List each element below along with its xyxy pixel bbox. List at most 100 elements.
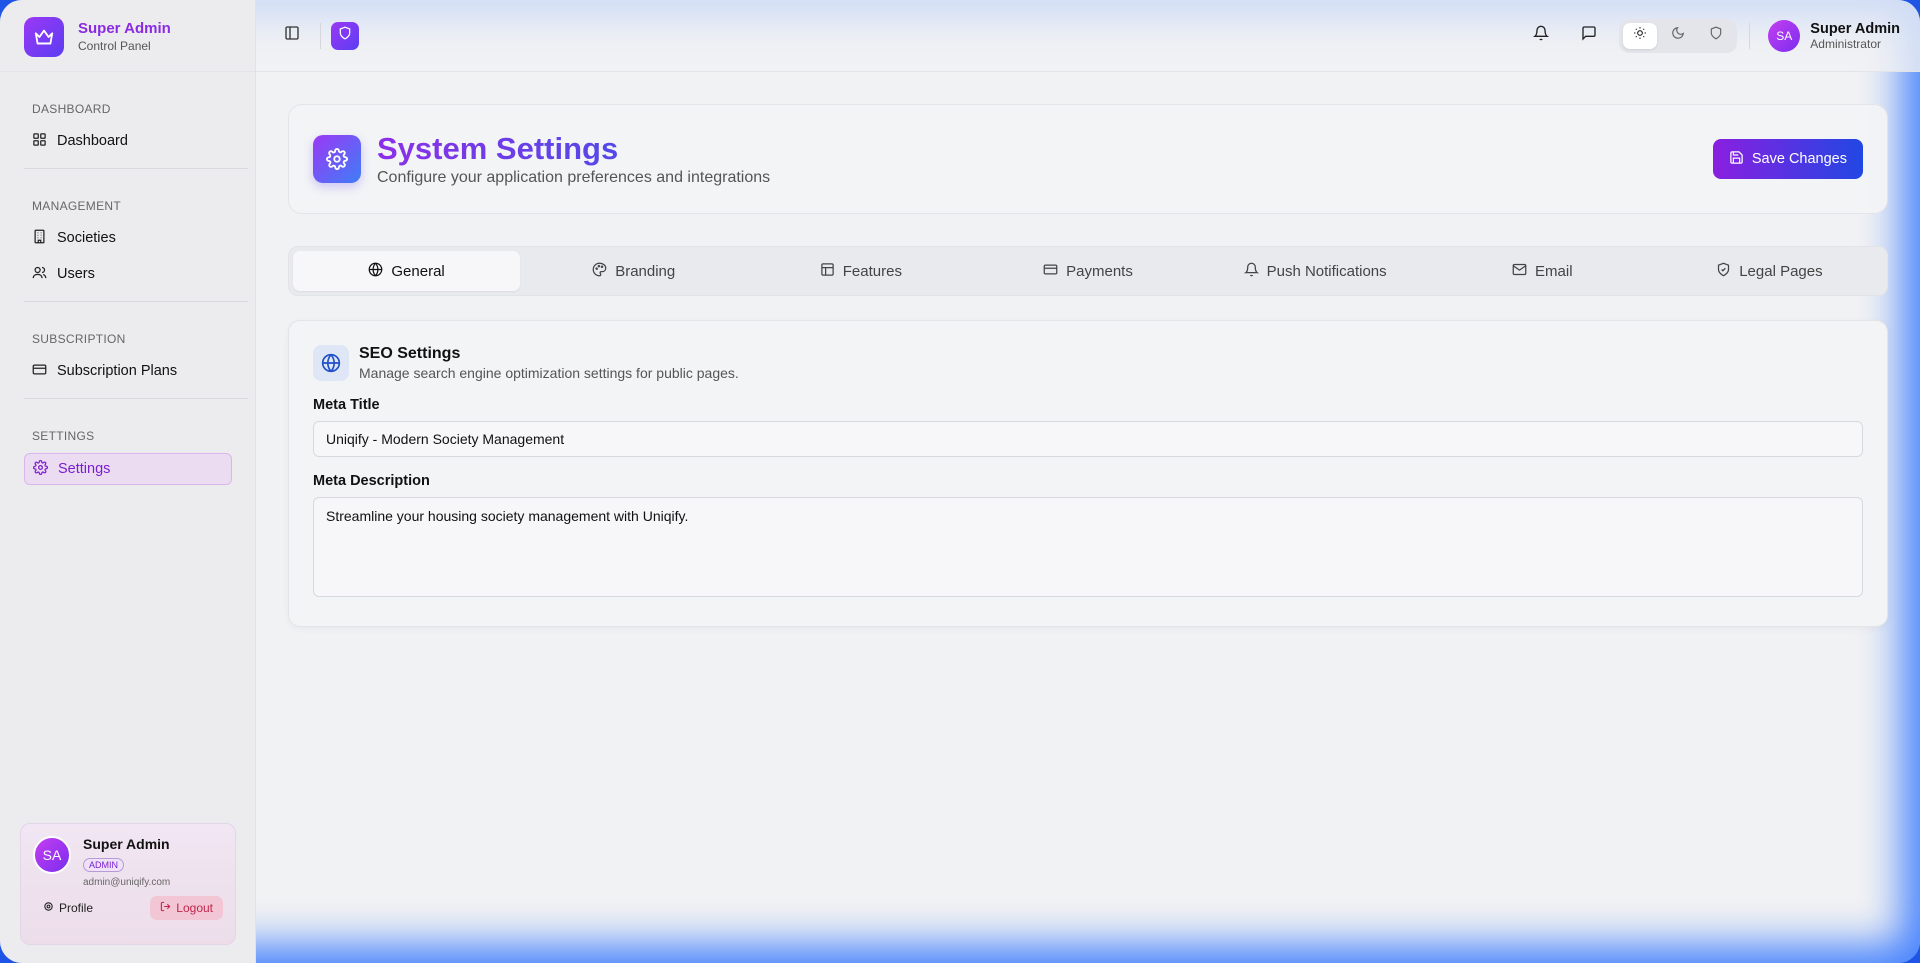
save-icon [1729, 150, 1744, 169]
user-role: Administrator [1810, 36, 1881, 51]
user-card: SA Super Admin ADMIN admin@uniqify.com P… [20, 823, 236, 945]
user-name: Super Admin [1810, 20, 1900, 37]
sidebar-item-settings[interactable]: Settings [24, 453, 232, 485]
seo-settings-card: SEO Settings Manage search engine optimi… [288, 320, 1888, 627]
moon-icon [1671, 26, 1685, 45]
sidebar-item-label: Subscription Plans [57, 363, 178, 379]
sidebar-item-users[interactable]: Users [24, 259, 247, 289]
admin-shield-button[interactable] [331, 21, 359, 50]
sidebar-item-label: Dashboard [57, 133, 128, 149]
avatar: SA [1768, 19, 1801, 52]
palette-icon [592, 262, 607, 281]
message-icon [1581, 25, 1597, 46]
divider [24, 398, 248, 399]
save-label: Save Changes [1751, 151, 1847, 167]
sidebar-item-label: Settings [58, 461, 111, 477]
meta-title-input[interactable] [313, 421, 1863, 457]
tab-label: Push Notifications [1266, 262, 1387, 280]
tab-label: Branding [615, 262, 676, 280]
gear-icon [33, 459, 48, 479]
meta-description-textarea[interactable]: Streamline your housing society manageme… [313, 497, 1863, 597]
divider [320, 22, 321, 49]
nav-section-dashboard: DASHBOARD [32, 102, 111, 116]
tab-branding[interactable]: Branding [520, 251, 747, 291]
credit-card-icon [32, 362, 47, 381]
logout-icon [160, 901, 171, 915]
profile-button[interactable]: Profile [33, 896, 103, 920]
shield-icon [338, 26, 352, 45]
grid-icon [32, 132, 47, 151]
sidebar-item-subscription-plans[interactable]: Subscription Plans [24, 356, 247, 386]
topbar: SA Super Admin Administrator [256, 0, 1920, 72]
tab-push-notifications[interactable]: Push Notifications [1202, 251, 1429, 291]
meta-title-label: Meta Title [313, 397, 380, 413]
credit-card-icon [1043, 262, 1058, 281]
avatar[interactable]: SA [33, 836, 71, 874]
brand[interactable]: Super Admin Control Panel [0, 0, 255, 72]
crown-icon [24, 16, 64, 57]
shield-icon [1709, 26, 1723, 45]
tab-label: Payments [1066, 262, 1133, 280]
user-card-email: admin@uniqify.com [83, 877, 171, 888]
page-content: System Settings Configure your applicati… [256, 72, 1920, 627]
brand-subtitle: Control Panel [78, 39, 151, 53]
divider [24, 301, 248, 302]
settings-tabs: General Branding Features Payments Push … [288, 246, 1888, 296]
theme-toggle [1619, 18, 1738, 53]
sidebar-item-dashboard[interactable]: Dashboard [24, 126, 247, 156]
brand-title: Super Admin [78, 20, 171, 37]
theme-dark-button[interactable] [1661, 23, 1695, 49]
tab-features[interactable]: Features [747, 251, 974, 291]
bell-icon [1533, 25, 1550, 46]
nav-section-subscription: SUBSCRIPTION [32, 332, 126, 346]
save-changes-button[interactable]: Save Changes [1712, 139, 1863, 179]
users-icon [32, 265, 47, 284]
nav-section-settings: SETTINGS [32, 429, 95, 443]
tab-label: Email [1535, 262, 1573, 280]
bell-icon [1243, 262, 1259, 281]
mail-icon [1512, 262, 1527, 281]
panel-left-icon [284, 25, 300, 46]
nav-section-management: MANAGEMENT [32, 199, 122, 213]
sidebar-item-label: Societies [57, 230, 116, 246]
sidebar-nav: DASHBOARD Dashboard MANAGEMENT Societies… [0, 72, 255, 485]
globe-icon [313, 345, 349, 381]
divider [1749, 22, 1751, 49]
sidebar-toggle-button[interactable] [274, 18, 310, 54]
meta-description-label: Meta Description [313, 473, 430, 489]
gear-icon [43, 901, 54, 915]
sidebar-item-societies[interactable]: Societies [24, 223, 247, 253]
gear-icon [313, 135, 361, 183]
tab-email[interactable]: Email [1429, 251, 1656, 291]
logout-label: Logout [176, 901, 213, 915]
sidebar: Super Admin Control Panel DASHBOARD Dash… [0, 0, 256, 963]
profile-label: Profile [59, 901, 94, 915]
theme-light-button[interactable] [1623, 22, 1658, 49]
section-title: SEO Settings [359, 345, 461, 362]
logout-button[interactable]: Logout [150, 896, 223, 920]
tab-label: General [391, 262, 445, 280]
page-title: System Settings [377, 131, 770, 167]
tab-label: Features [842, 262, 902, 280]
tab-label: Legal Pages [1739, 262, 1823, 280]
page-header: System Settings Configure your applicati… [288, 104, 1888, 214]
layout-icon [820, 262, 835, 281]
building-icon [32, 229, 47, 248]
sun-icon [1633, 26, 1647, 45]
user-menu[interactable]: SA Super Admin Administrator [1768, 19, 1900, 52]
page-subtitle: Configure your application preferences a… [377, 169, 771, 186]
messages-button[interactable] [1571, 18, 1607, 54]
user-card-name: Super Admin [83, 836, 170, 852]
tab-general[interactable]: General [293, 251, 521, 291]
shield-check-icon [1716, 262, 1731, 281]
notifications-button[interactable] [1523, 18, 1559, 54]
divider [24, 168, 248, 169]
theme-system-button[interactable] [1699, 23, 1733, 49]
sidebar-item-label: Users [57, 266, 95, 282]
role-badge: ADMIN [83, 858, 124, 872]
globe-icon [368, 262, 383, 281]
section-subtitle: Manage search engine optimization settin… [359, 365, 739, 381]
tab-payments[interactable]: Payments [974, 251, 1201, 291]
main-area: SA Super Admin Administrator System Sett… [256, 0, 1920, 963]
tab-legal-pages[interactable]: Legal Pages [1656, 251, 1883, 291]
